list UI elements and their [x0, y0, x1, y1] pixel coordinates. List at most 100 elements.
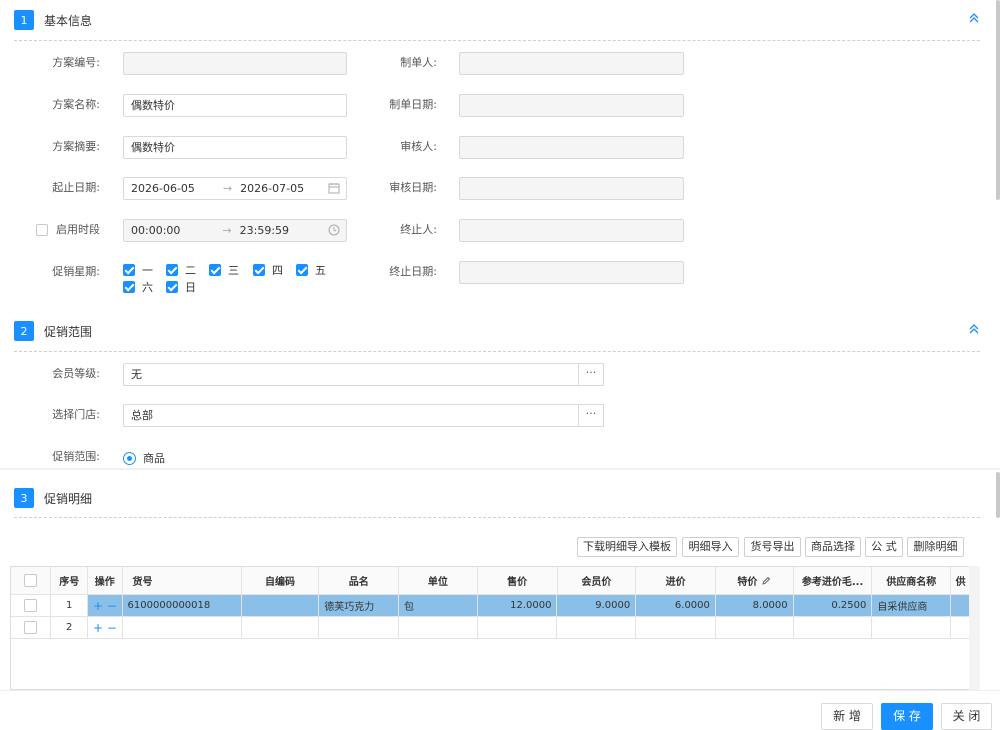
- delete-detail-button[interactable]: 删除明细: [907, 537, 964, 557]
- collapse-icon[interactable]: [968, 322, 980, 336]
- header-code: 货号: [122, 567, 242, 595]
- grid-vertical-scrollbar[interactable]: [969, 566, 980, 690]
- collapse-icon[interactable]: [968, 11, 980, 25]
- auditor-label: 审核人:: [400, 140, 437, 153]
- section-title: 基本信息: [44, 13, 93, 28]
- date-range-picker[interactable]: 2026-06-05 → 2026-07-05: [123, 177, 347, 200]
- cell-unit[interactable]: 包: [399, 595, 478, 617]
- divider: [14, 40, 980, 41]
- weekday-label: 促销星期:: [52, 265, 100, 278]
- range-arrow-icon: →: [222, 224, 232, 237]
- cell-cost[interactable]: 6.0000: [636, 595, 716, 617]
- cell-name[interactable]: [319, 617, 399, 639]
- cell-code[interactable]: 6100000000018: [122, 595, 242, 617]
- header-op: 操作: [87, 567, 123, 595]
- plan-name-field[interactable]: 偶数特价: [123, 94, 347, 117]
- cell-selfcode[interactable]: [241, 617, 320, 639]
- header-seq: 序号: [51, 567, 88, 595]
- cell-special[interactable]: 8.0000: [715, 595, 794, 617]
- section-detail-header: 3 促销明细: [14, 485, 980, 511]
- scope-label: 促销范围:: [52, 450, 100, 463]
- add-button[interactable]: 新 增: [821, 703, 873, 730]
- cell-special[interactable]: [715, 617, 794, 639]
- cell-name[interactable]: 德芙巧克力: [319, 595, 399, 617]
- time-end: 23:59:59: [239, 224, 290, 237]
- header-unit: 单位: [399, 567, 478, 595]
- cell-supplier[interactable]: [872, 617, 952, 639]
- make-date-label: 制单日期:: [389, 98, 437, 111]
- close-button[interactable]: 关 闭: [941, 703, 992, 730]
- header-member-price: 会员价: [557, 567, 637, 595]
- terminate-date-label: 终止日期:: [389, 265, 437, 278]
- terminator-label: 终止人:: [400, 223, 437, 236]
- weekday-checkbox-thu[interactable]: 四: [253, 262, 283, 278]
- date-range-label: 起止日期:: [52, 181, 100, 194]
- cell-code[interactable]: [122, 617, 242, 639]
- cell-seq: 2: [51, 617, 88, 639]
- weekday-checkbox-tue[interactable]: 二: [166, 262, 196, 278]
- store-label: 选择门店:: [52, 408, 100, 421]
- member-level-label: 会员等级:: [52, 367, 100, 380]
- row-checkbox[interactable]: [11, 617, 52, 639]
- select-goods-button[interactable]: 商品选择: [805, 537, 861, 557]
- time-range-picker[interactable]: 00:00:00 → 23:59:59: [123, 219, 347, 242]
- weekday-checkbox-sat[interactable]: 六: [123, 279, 153, 295]
- weekday-checkbox-fri[interactable]: 五: [296, 262, 326, 278]
- export-code-button[interactable]: 货号导出: [744, 537, 801, 557]
- section-basic-header: 1 基本信息: [14, 7, 980, 33]
- section-number: 2: [14, 321, 34, 341]
- weekday-checkbox-wed[interactable]: 三: [209, 262, 239, 278]
- import-detail-button[interactable]: 明细导入: [682, 537, 739, 557]
- store-picker-button[interactable]: ···: [578, 404, 604, 427]
- header-selfcode: 自编码: [241, 567, 320, 595]
- promotion-plan-form: 1 基本信息 方案编号: 方案名称: 偶数特价 方案摘要: 偶数特价 起止日期:…: [0, 0, 1000, 730]
- audit-date-label: 审核日期:: [389, 181, 437, 194]
- page-scrollbar-thumb[interactable]: [996, 0, 1000, 200]
- select-all-checkbox[interactable]: [11, 567, 52, 595]
- row-checkbox[interactable]: [11, 595, 52, 617]
- member-level-field[interactable]: 无 ···: [123, 363, 604, 386]
- detail-scrollbar-thumb[interactable]: [996, 472, 1000, 518]
- table-row[interactable]: 1 + − 6100000000018 德芙巧克力 包 12.0000 9.00…: [11, 595, 969, 617]
- cell-selfcode[interactable]: [241, 595, 320, 617]
- save-button[interactable]: 保 存: [881, 703, 933, 730]
- formula-button[interactable]: 公 式: [865, 537, 903, 557]
- section-number: 1: [14, 10, 34, 30]
- cell-seq: 1: [51, 595, 88, 617]
- header-name: 品名: [319, 567, 400, 595]
- section-separator: [0, 468, 1000, 470]
- plan-no-label: 方案编号:: [52, 56, 100, 69]
- cell-op-add-remove[interactable]: + −: [87, 617, 123, 639]
- cell-ref-margin[interactable]: 0.2500: [793, 595, 873, 617]
- cell-cost[interactable]: [636, 617, 716, 639]
- cell-unit[interactable]: [399, 617, 478, 639]
- footer-bar: 新 增 保 存 关 闭: [0, 690, 1000, 730]
- make-date-field[interactable]: [459, 94, 684, 117]
- plan-summary-field[interactable]: 偶数特价: [123, 136, 347, 159]
- audit-date-field[interactable]: [459, 177, 684, 200]
- member-level-picker-button[interactable]: ···: [578, 363, 604, 386]
- download-template-button[interactable]: 下载明细导入模板: [577, 537, 677, 557]
- range-arrow-icon: →: [222, 182, 233, 195]
- detail-grid: 序号 操作 货号 自编码 品名 单位 售价 会员价 进价 特价 参考进价毛...…: [10, 566, 970, 690]
- store-field[interactable]: 总部 ···: [123, 404, 604, 427]
- cell-price[interactable]: [477, 617, 558, 639]
- cell-op-add-remove[interactable]: + −: [87, 595, 123, 617]
- cell-price[interactable]: 12.0000: [477, 595, 558, 617]
- cell-ref-margin[interactable]: [793, 617, 873, 639]
- terminate-date-field[interactable]: [459, 261, 684, 284]
- header-price: 售价: [477, 567, 558, 595]
- weekday-checkbox-sun[interactable]: 日: [166, 279, 196, 295]
- maker-field[interactable]: [459, 52, 684, 75]
- scope-radio-goods[interactable]: 商品: [123, 450, 165, 466]
- table-row[interactable]: 2 + −: [11, 617, 969, 639]
- cell-extra: [951, 617, 969, 639]
- cell-member-price[interactable]: [557, 617, 637, 639]
- auditor-field[interactable]: [459, 136, 684, 159]
- plan-no-field[interactable]: [123, 52, 347, 75]
- plan-name-label: 方案名称:: [52, 98, 100, 111]
- cell-supplier[interactable]: 自采供应商: [872, 595, 952, 617]
- terminator-field[interactable]: [459, 219, 684, 242]
- cell-member-price[interactable]: 9.0000: [557, 595, 637, 617]
- weekday-checkbox-mon[interactable]: 一: [123, 262, 153, 278]
